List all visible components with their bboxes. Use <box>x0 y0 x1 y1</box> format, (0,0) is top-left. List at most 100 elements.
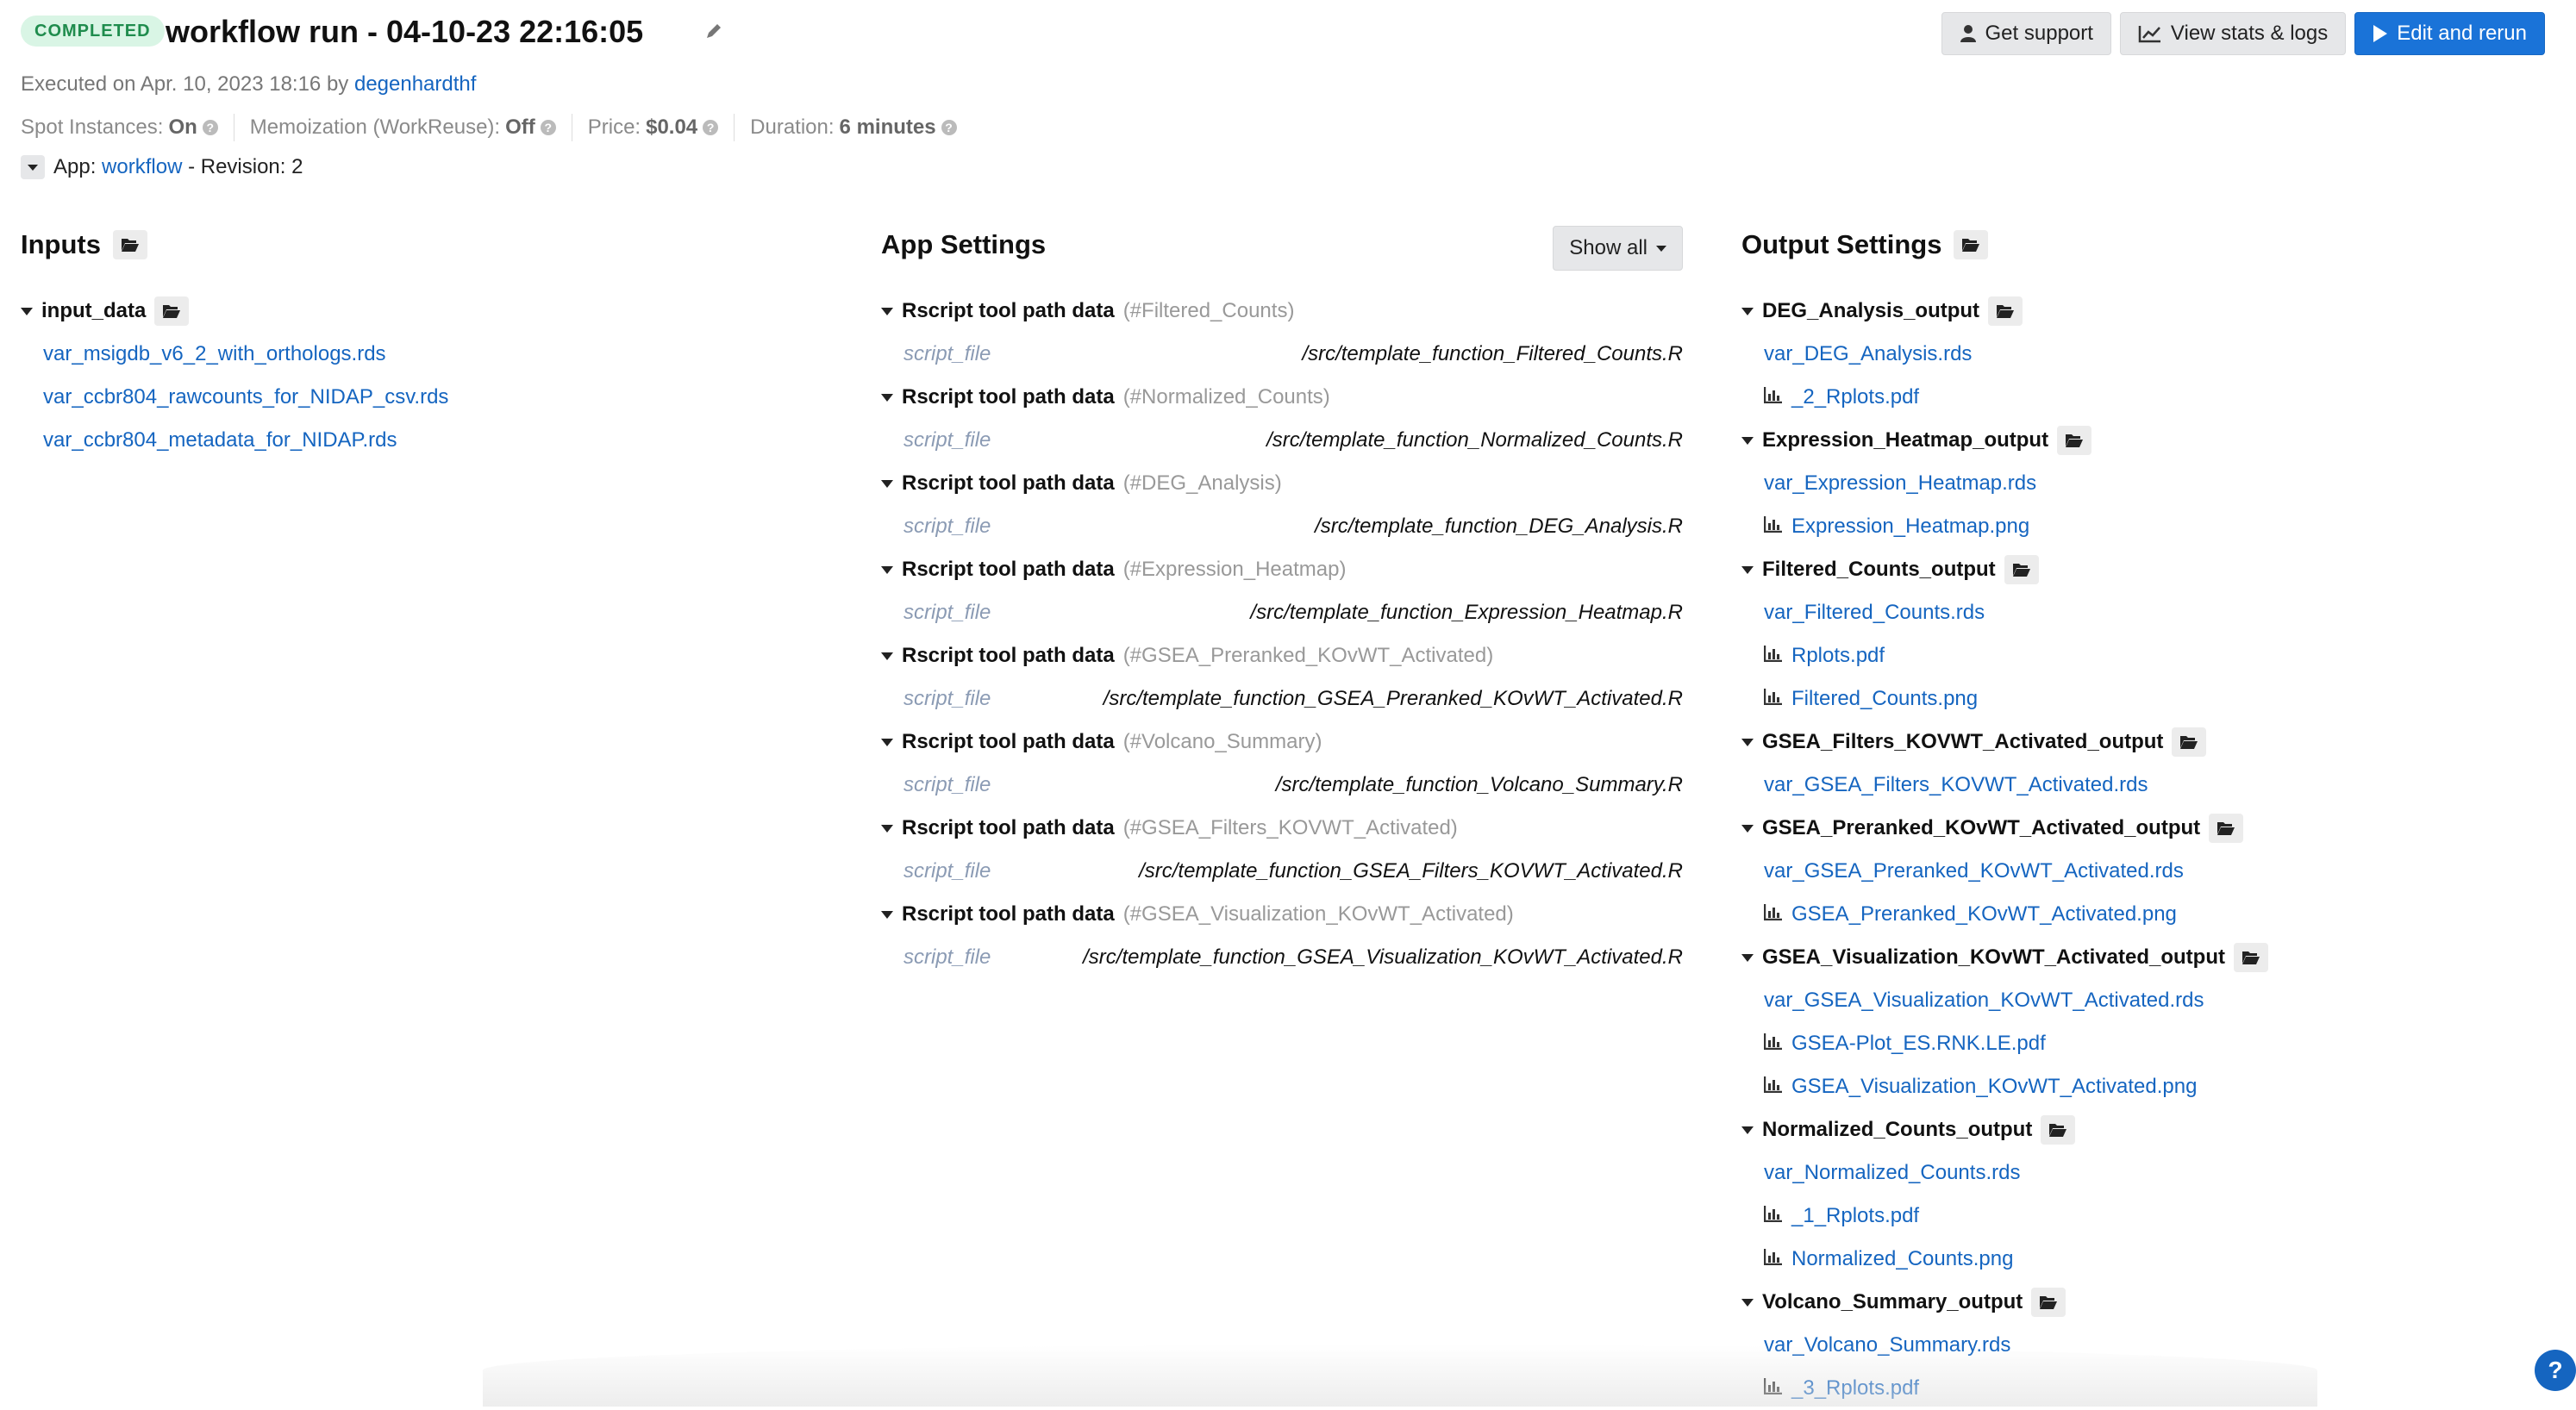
input-file-link[interactable]: var_ccbr804_rawcounts_for_NIDAP_csv.rds <box>43 376 448 419</box>
app-setting-row: Rscript tool path data (#GSEA_Preranked_K… <box>881 634 1683 721</box>
output-file-link[interactable]: GSEA_Visualization_KOvWT_Activated.png <box>1791 1065 2197 1108</box>
output-file[interactable]: Filtered_Counts.png <box>1741 677 2517 721</box>
output-file[interactable]: _2_Rplots.pdf <box>1741 376 2517 419</box>
app-setting-ref: (#GSEA_Preranked_KOvWT_Activated) <box>1122 644 1494 667</box>
folder-open-icon[interactable] <box>2172 727 2207 757</box>
output-file-link[interactable]: Expression_Heatmap.png <box>1791 505 2029 548</box>
folder-open-icon[interactable] <box>1954 230 1989 259</box>
get-support-button[interactable]: Get support <box>1941 12 2111 55</box>
output-group[interactable]: DEG_Analysis_output <box>1741 290 2517 333</box>
output-file-link[interactable]: var_Filtered_Counts.rds <box>1764 591 1985 634</box>
output-file-link[interactable]: var_Volcano_Summary.rds <box>1764 1324 2010 1367</box>
view-stats-button[interactable]: View stats & logs <box>2119 12 2347 55</box>
run-header: COMPLETED workflow run - 04-10-23 22:16:… <box>21 12 2555 64</box>
app-setting-ref: (#GSEA_Visualization_KOvWT_Activated) <box>1122 902 1514 926</box>
folder-open-icon[interactable] <box>113 230 147 259</box>
folder-open-icon[interactable] <box>2041 1115 2076 1145</box>
output-group[interactable]: GSEA_Filters_KOVWT_Activated_output <box>1741 721 2517 764</box>
output-group-name: Filtered_Counts_output <box>1762 558 1996 581</box>
output-file-link[interactable]: _1_Rplots.pdf <box>1791 1195 1919 1238</box>
help-icon[interactable]: ? <box>540 120 556 135</box>
input-file-link[interactable]: var_ccbr804_metadata_for_NIDAP.rds <box>43 419 397 462</box>
input-group[interactable]: input_data <box>21 290 831 333</box>
get-support-label: Get support <box>1985 22 2093 45</box>
pencil-icon[interactable] <box>703 21 724 41</box>
app-setting-header[interactable]: Rscript tool path data (#GSEA_Visualizati… <box>881 893 1683 936</box>
help-icon[interactable]: ? <box>202 120 218 135</box>
folder-open-icon[interactable] <box>2057 426 2092 455</box>
output-file[interactable]: var_GSEA_Preranked_KOvWT_Activated.rds <box>1741 850 2517 893</box>
input-file-link[interactable]: var_msigdb_v6_2_with_orthologs.rds <box>43 333 386 376</box>
output-file-link[interactable]: _3_Rplots.pdf <box>1791 1367 1919 1410</box>
memoization: Memoization (WorkReuse): Off ? <box>250 114 572 141</box>
output-file[interactable]: var_GSEA_Visualization_KOvWT_Activated.r… <box>1741 979 2517 1022</box>
folder-open-icon[interactable] <box>2234 943 2268 972</box>
output-file[interactable]: var_Expression_Heatmap.rds <box>1741 462 2517 505</box>
output-file-link[interactable]: var_GSEA_Filters_KOVWT_Activated.rds <box>1764 764 2148 807</box>
output-file[interactable]: var_Normalized_Counts.rds <box>1741 1151 2517 1195</box>
app-setting-param: script_file/src/template_function_GSEA_P… <box>881 677 1683 721</box>
help-button[interactable]: ? <box>2535 1350 2576 1391</box>
app-setting-header[interactable]: Rscript tool path data (#Normalized_Count… <box>881 376 1683 419</box>
app-setting-title: Rscript tool path data <box>902 644 1115 667</box>
input-file[interactable]: var_ccbr804_rawcounts_for_NIDAP_csv.rds <box>21 376 831 419</box>
folder-open-icon[interactable] <box>2004 555 2039 584</box>
show-all-dropdown[interactable]: Show all <box>1553 226 1683 271</box>
app-setting-header[interactable]: Rscript tool path data (#Expression_Heatm… <box>881 548 1683 591</box>
output-file-link[interactable]: var_GSEA_Preranked_KOvWT_Activated.rds <box>1764 850 2184 893</box>
output-group[interactable]: Filtered_Counts_output <box>1741 548 2517 591</box>
output-group-name: DEG_Analysis_output <box>1762 299 1980 322</box>
output-file-link[interactable]: GSEA_Preranked_KOvWT_Activated.png <box>1791 893 2177 936</box>
folder-open-icon[interactable] <box>154 296 190 326</box>
output-file[interactable]: var_GSEA_Filters_KOVWT_Activated.rds <box>1741 764 2517 807</box>
output-file[interactable]: var_DEG_Analysis.rds <box>1741 333 2517 376</box>
folder-open-icon[interactable] <box>1988 296 2023 326</box>
inputs-section: Inputs input_data var_msigdb_v6_2_with_o… <box>21 226 831 462</box>
output-file-link[interactable]: Filtered_Counts.png <box>1791 677 1978 721</box>
output-file-link[interactable]: Rplots.pdf <box>1791 634 1885 677</box>
executed-user-link[interactable]: degenhardthf <box>354 72 476 96</box>
output-file-link[interactable]: var_Normalized_Counts.rds <box>1764 1151 2020 1195</box>
output-file[interactable]: var_Filtered_Counts.rds <box>1741 591 2517 634</box>
app-setting-header[interactable]: Rscript tool path data (#Filtered_Counts) <box>881 290 1683 333</box>
output-group[interactable]: GSEA_Preranked_KOvWT_Activated_output <box>1741 807 2517 850</box>
app-toggle-button[interactable] <box>21 155 45 179</box>
output-file-link[interactable]: _2_Rplots.pdf <box>1791 376 1919 419</box>
output-file[interactable]: GSEA_Preranked_KOvWT_Activated.png <box>1741 893 2517 936</box>
output-file[interactable]: Rplots.pdf <box>1741 634 2517 677</box>
output-file[interactable]: Expression_Heatmap.png <box>1741 505 2517 548</box>
output-file[interactable]: _1_Rplots.pdf <box>1741 1195 2517 1238</box>
folder-open-icon[interactable] <box>2209 814 2244 843</box>
input-file[interactable]: var_msigdb_v6_2_with_orthologs.rds <box>21 333 831 376</box>
bar-chart-icon <box>1763 505 1783 548</box>
app-setting-header[interactable]: Rscript tool path data (#GSEA_Preranked_K… <box>881 634 1683 677</box>
output-file-link[interactable]: var_DEG_Analysis.rds <box>1764 333 1972 376</box>
folder-open-icon[interactable] <box>2031 1288 2066 1317</box>
app-setting-header[interactable]: Rscript tool path data (#DEG_Analysis) <box>881 462 1683 505</box>
caret-down-icon <box>881 652 893 660</box>
input-file[interactable]: var_ccbr804_metadata_for_NIDAP.rds <box>21 419 831 462</box>
output-file[interactable]: var_Volcano_Summary.rds <box>1741 1324 2517 1367</box>
executed-line: Executed on Apr. 10, 2023 18:16 by degen… <box>21 72 476 97</box>
output-group[interactable]: Volcano_Summary_output <box>1741 1281 2517 1324</box>
help-icon[interactable]: ? <box>941 120 957 135</box>
edit-rerun-button[interactable]: Edit and rerun <box>2354 12 2545 55</box>
output-file-link[interactable]: Normalized_Counts.png <box>1791 1238 2013 1281</box>
output-group[interactable]: Normalized_Counts_output <box>1741 1108 2517 1151</box>
output-file-link[interactable]: var_GSEA_Visualization_KOvWT_Activated.r… <box>1764 979 2204 1022</box>
output-file[interactable]: _3_Rplots.pdf <box>1741 1367 2517 1410</box>
output-group[interactable]: Expression_Heatmap_output <box>1741 419 2517 462</box>
output-file-link[interactable]: var_Expression_Heatmap.rds <box>1764 462 2036 505</box>
output-group[interactable]: GSEA_Visualization_KOvWT_Activated_outpu… <box>1741 936 2517 979</box>
output-file[interactable]: Normalized_Counts.png <box>1741 1238 2517 1281</box>
app-link[interactable]: workflow <box>102 155 182 178</box>
app-setting-ref: (#Filtered_Counts) <box>1122 299 1295 322</box>
output-file[interactable]: GSEA_Visualization_KOvWT_Activated.png <box>1741 1065 2517 1108</box>
output-file-link[interactable]: GSEA-Plot_ES.RNK.LE.pdf <box>1791 1022 2046 1065</box>
output-file[interactable]: GSEA-Plot_ES.RNK.LE.pdf <box>1741 1022 2517 1065</box>
help-icon[interactable]: ? <box>703 120 719 135</box>
app-setting-header[interactable]: Rscript tool path data (#Volcano_Summary) <box>881 721 1683 764</box>
app-setting-header[interactable]: Rscript tool path data (#GSEA_Filters_KOV… <box>881 807 1683 850</box>
memo-label: Memoization (WorkReuse): <box>249 115 501 139</box>
price-label: Price: <box>587 115 641 139</box>
